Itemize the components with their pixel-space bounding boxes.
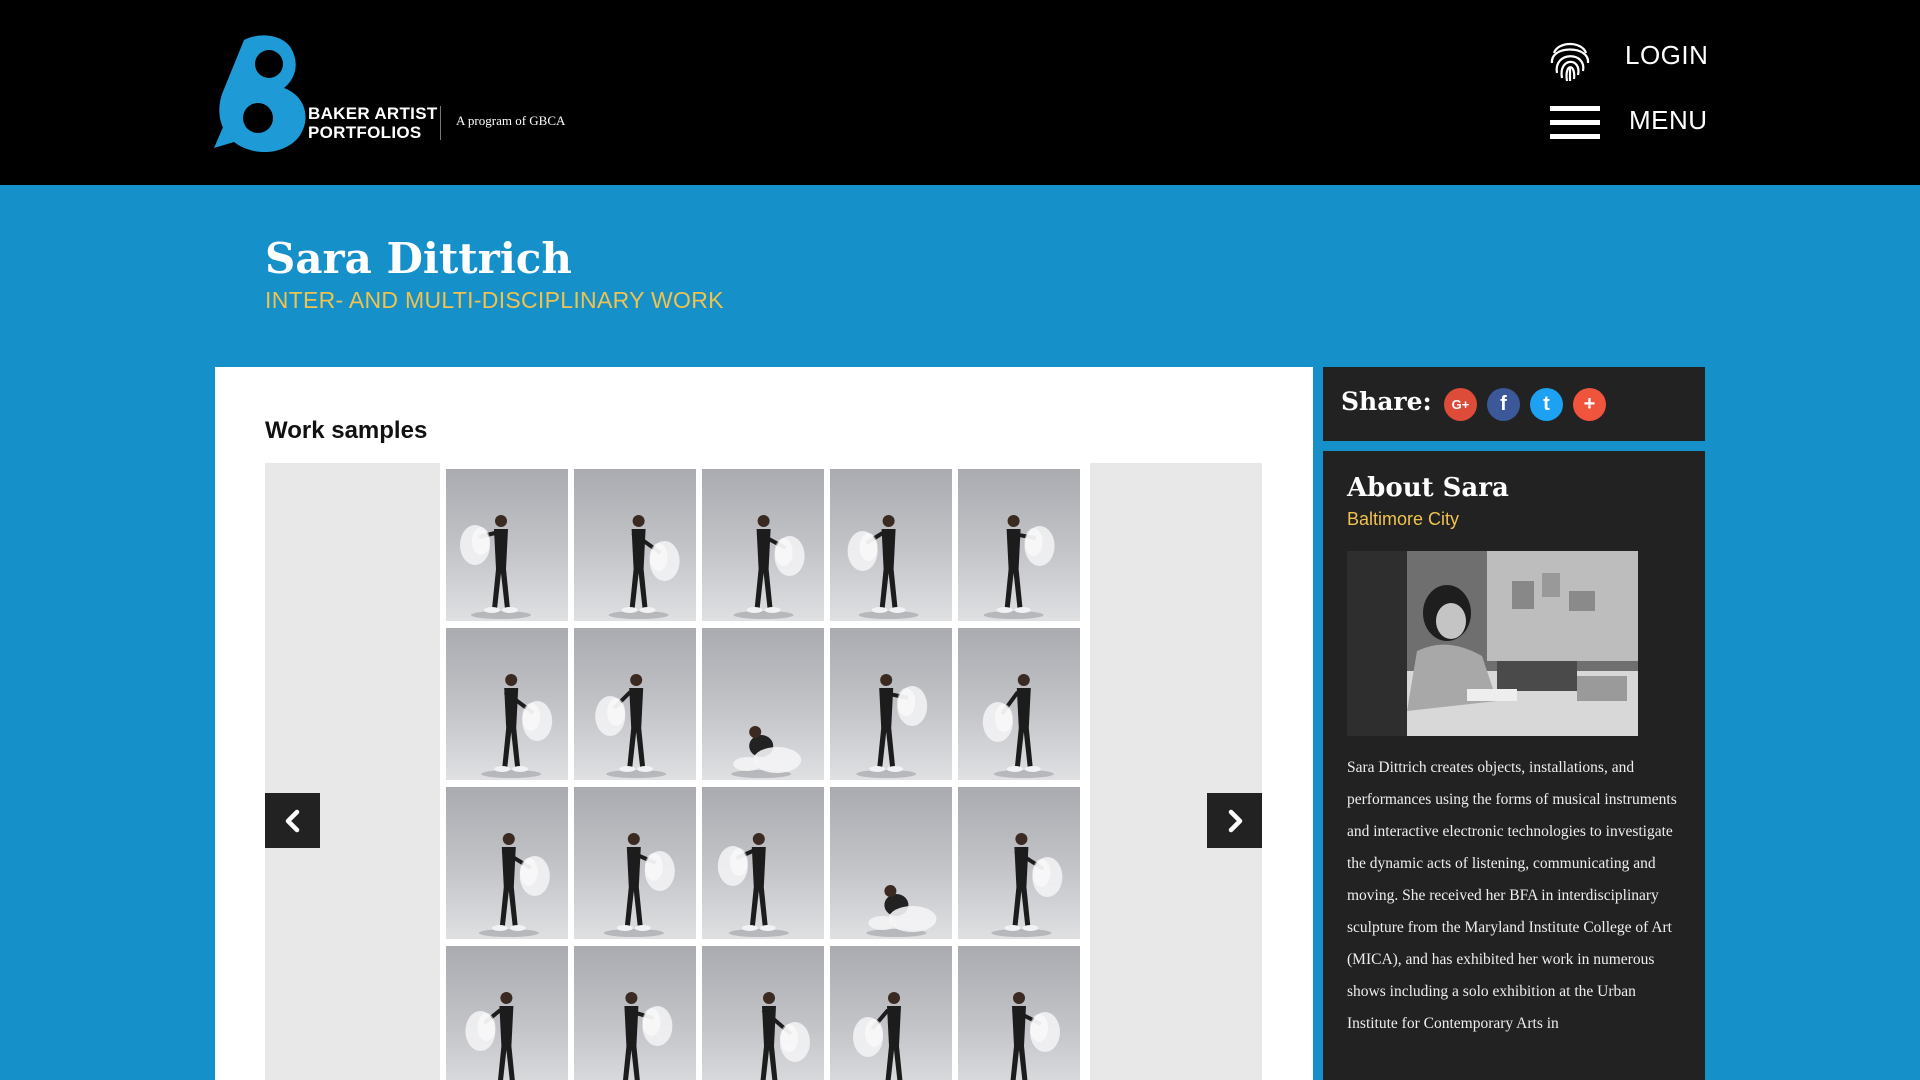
work-sample-thumbnail[interactable] <box>958 946 1080 1080</box>
work-sample-thumbnail[interactable] <box>446 469 568 621</box>
dancer-figure <box>478 833 550 937</box>
menu-link[interactable]: MENU <box>1629 105 1708 136</box>
add-share-icon[interactable]: + <box>1573 388 1606 421</box>
work-sample-thumbnail[interactable] <box>958 787 1080 939</box>
artist-name: Sara Dittrich <box>265 234 572 283</box>
google-plus-icon[interactable]: G+ <box>1444 388 1477 421</box>
work-sample-thumbnail[interactable] <box>830 946 952 1080</box>
work-samples-gallery <box>265 463 1262 1080</box>
chevron-left-icon <box>285 809 299 832</box>
dancer-figure <box>717 833 789 937</box>
dancer-figure <box>595 674 667 778</box>
work-sample-thumbnail[interactable] <box>830 628 952 780</box>
dancer-figure <box>603 833 675 937</box>
dancer-figure <box>983 515 1055 619</box>
work-sample-thumbnail[interactable] <box>574 628 696 780</box>
dancer-figure <box>733 515 805 619</box>
artist-portrait <box>1347 551 1638 736</box>
dancer-figure <box>465 992 515 1080</box>
dancer-figure <box>853 992 903 1080</box>
work-sample-thumbnail[interactable] <box>830 469 952 621</box>
work-sample-thumbnail[interactable] <box>702 628 824 780</box>
dancer-figure <box>1010 992 1060 1080</box>
thumbnail-grid-container <box>440 463 1090 1080</box>
work-sample-thumbnail[interactable] <box>574 469 696 621</box>
dancer-figure <box>982 674 1054 778</box>
work-sample-thumbnail[interactable] <box>702 787 824 939</box>
baker-logo-icon[interactable] <box>214 32 314 154</box>
fingerprint-icon[interactable] <box>1544 33 1596 85</box>
work-samples-panel: Work samples <box>215 367 1313 1080</box>
share-box: Share: G+ f t + <box>1323 367 1705 441</box>
work-sample-thumbnail[interactable] <box>702 946 824 1080</box>
artist-bio: Sara Dittrich creates objects, installat… <box>1347 759 1677 1032</box>
work-sample-thumbnail[interactable] <box>958 469 1080 621</box>
dancer-figure <box>760 992 810 1080</box>
login-link[interactable]: LOGIN <box>1625 40 1708 71</box>
facebook-icon[interactable]: f <box>1487 388 1520 421</box>
dancer-figure <box>623 992 673 1080</box>
hamburger-bar <box>1550 120 1600 125</box>
logo-divider <box>440 106 441 140</box>
work-sample-thumbnail[interactable] <box>830 787 952 939</box>
logo-wordmark[interactable]: BAKER ARTIST PORTFOLIOS <box>308 104 438 142</box>
dancer-figure <box>866 885 937 937</box>
dancer-figure <box>481 674 553 778</box>
twitter-icon[interactable]: t <box>1530 388 1563 421</box>
work-sample-thumbnail[interactable] <box>958 628 1080 780</box>
work-sample-thumbnail[interactable] <box>574 946 696 1080</box>
dancer-figure <box>991 833 1063 937</box>
gallery-prev-button[interactable] <box>265 793 320 848</box>
hamburger-menu-icon[interactable] <box>1550 106 1600 140</box>
logo-tagline: A program of GBCA <box>456 113 566 128</box>
dancer-figure <box>856 674 928 778</box>
about-title: About Sara <box>1347 473 1509 503</box>
artist-location[interactable]: Baltimore City <box>1347 509 1459 530</box>
gallery-next-button[interactable] <box>1207 793 1262 848</box>
work-sample-thumbnail[interactable] <box>446 787 568 939</box>
dancer-figure <box>608 515 680 619</box>
dancer-figure <box>847 515 919 619</box>
thumbnail-grid <box>446 469 1090 1080</box>
site-header: BAKER ARTIST PORTFOLIOS A program of GBC… <box>0 0 1920 185</box>
share-label: Share: <box>1341 387 1432 416</box>
logo-line-1: BAKER ARTIST <box>308 104 438 123</box>
work-sample-thumbnail[interactable] <box>446 946 568 1080</box>
about-box: About Sara Baltimore City Sara Dittrich … <box>1323 451 1705 1080</box>
hamburger-bar <box>1550 106 1600 111</box>
chevron-right-icon <box>1228 809 1242 832</box>
work-sample-thumbnail[interactable] <box>574 787 696 939</box>
dancer-figure <box>731 726 802 778</box>
hamburger-bar <box>1550 134 1600 139</box>
section-title: Work samples <box>265 417 428 444</box>
work-sample-thumbnail[interactable] <box>446 628 568 780</box>
logo-line-2: PORTFOLIOS <box>308 123 422 142</box>
work-sample-thumbnail[interactable] <box>702 469 824 621</box>
artist-discipline[interactable]: INTER- AND MULTI-DISCIPLINARY WORK <box>265 287 724 314</box>
dancer-figure <box>460 515 531 619</box>
